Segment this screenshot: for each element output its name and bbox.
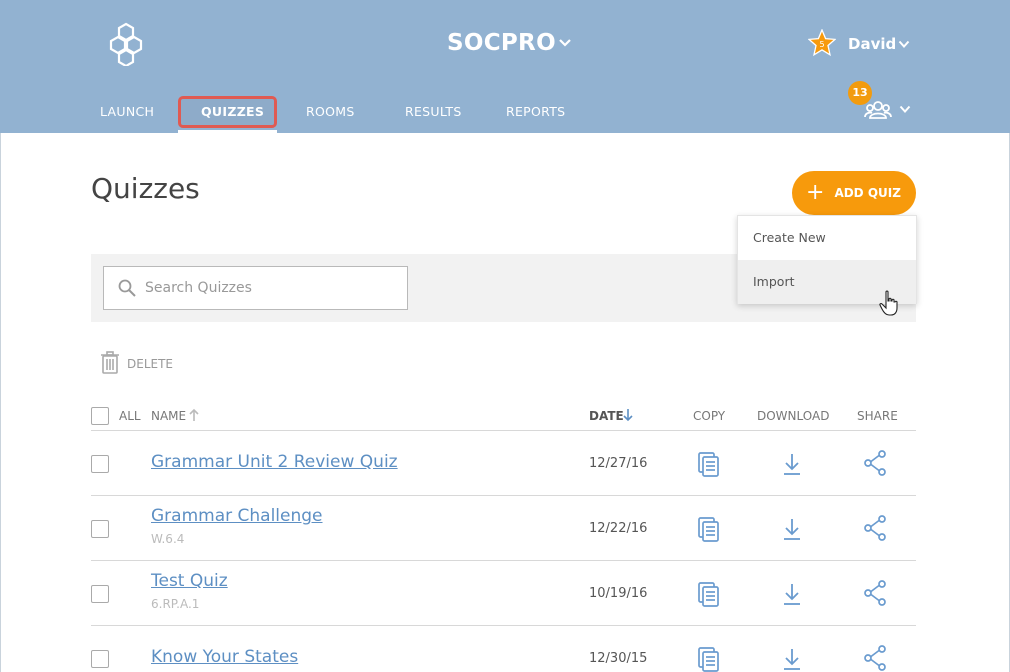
quiz-title-link[interactable]: Test Quiz <box>151 571 228 591</box>
brand-name[interactable]: SOCPRO <box>447 30 556 56</box>
quiz-title-link[interactable]: Grammar Challenge <box>151 506 323 526</box>
row-divider <box>91 560 916 561</box>
svg-text:5: 5 <box>819 40 824 49</box>
delete-button[interactable]: DELETE <box>127 357 173 371</box>
chevron-down-icon[interactable] <box>899 105 911 114</box>
row-checkbox[interactable] <box>91 520 109 538</box>
share-icon[interactable] <box>863 450 887 476</box>
people-icon[interactable] <box>864 100 892 120</box>
tab-reports[interactable]: REPORTS <box>506 104 565 119</box>
sort-arrow-icon[interactable] <box>622 408 634 422</box>
download-icon[interactable] <box>780 581 804 607</box>
quiz-date: 12/30/15 <box>589 651 648 666</box>
tab-quizzes[interactable]: QUIZZES <box>201 104 264 119</box>
quiz-standard-code: W.6.4 <box>151 532 185 546</box>
header-divider <box>91 430 916 431</box>
row-divider <box>91 625 916 626</box>
chevron-down-icon[interactable] <box>558 38 572 48</box>
search-input[interactable] <box>145 278 395 298</box>
share-icon[interactable] <box>863 515 887 541</box>
plus-icon: + <box>806 180 825 205</box>
tab-launch[interactable]: LAUNCH <box>100 104 154 119</box>
hand-cursor-icon <box>879 290 898 316</box>
row-checkbox[interactable] <box>91 585 109 603</box>
hexagon-logo-icon[interactable] <box>106 22 146 66</box>
row-checkbox[interactable] <box>91 455 109 473</box>
quiz-standard-code: 6.RP.A.1 <box>151 597 200 611</box>
star-icon[interactable]: 5 <box>808 29 836 57</box>
tab-rooms[interactable]: ROOMS <box>306 104 355 119</box>
column-name[interactable]: NAME <box>151 409 186 423</box>
download-icon[interactable] <box>780 646 804 672</box>
column-date[interactable]: DATE <box>589 409 624 423</box>
select-all-checkbox[interactable] <box>91 407 109 425</box>
chevron-down-icon[interactable] <box>898 40 910 49</box>
column-download: DOWNLOAD <box>757 409 830 423</box>
search-icon <box>118 279 136 297</box>
column-share: SHARE <box>857 409 898 423</box>
share-icon[interactable] <box>863 645 887 671</box>
add-quiz-label: ADD QUIZ <box>834 186 901 200</box>
quiz-date: 12/22/16 <box>589 521 648 536</box>
add-quiz-button[interactable]: + ADD QUIZ <box>792 171 916 215</box>
quiz-title-link[interactable]: Know Your States <box>151 647 298 667</box>
column-copy: COPY <box>693 409 726 423</box>
column-all: ALL <box>119 409 141 423</box>
notification-badge[interactable]: 13 <box>848 81 872 105</box>
share-icon[interactable] <box>863 580 887 606</box>
download-icon[interactable] <box>780 451 804 477</box>
sort-arrow-icon[interactable] <box>188 408 200 422</box>
copy-icon[interactable] <box>697 516 721 542</box>
user-menu-name[interactable]: David <box>848 35 896 53</box>
download-icon[interactable] <box>780 516 804 542</box>
page-title: Quizzes <box>91 172 200 205</box>
copy-icon[interactable] <box>697 451 721 477</box>
quiz-date: 12/27/16 <box>589 456 648 471</box>
row-divider <box>91 495 916 496</box>
copy-icon[interactable] <box>697 646 721 672</box>
row-checkbox[interactable] <box>91 650 109 668</box>
quiz-date: 10/19/16 <box>589 586 648 601</box>
tab-results[interactable]: RESULTS <box>405 104 462 119</box>
trash-icon[interactable] <box>100 351 120 375</box>
menu-item-create-new[interactable]: Create New <box>738 216 916 260</box>
quiz-title-link[interactable]: Grammar Unit 2 Review Quiz <box>151 452 398 472</box>
copy-icon[interactable] <box>697 581 721 607</box>
